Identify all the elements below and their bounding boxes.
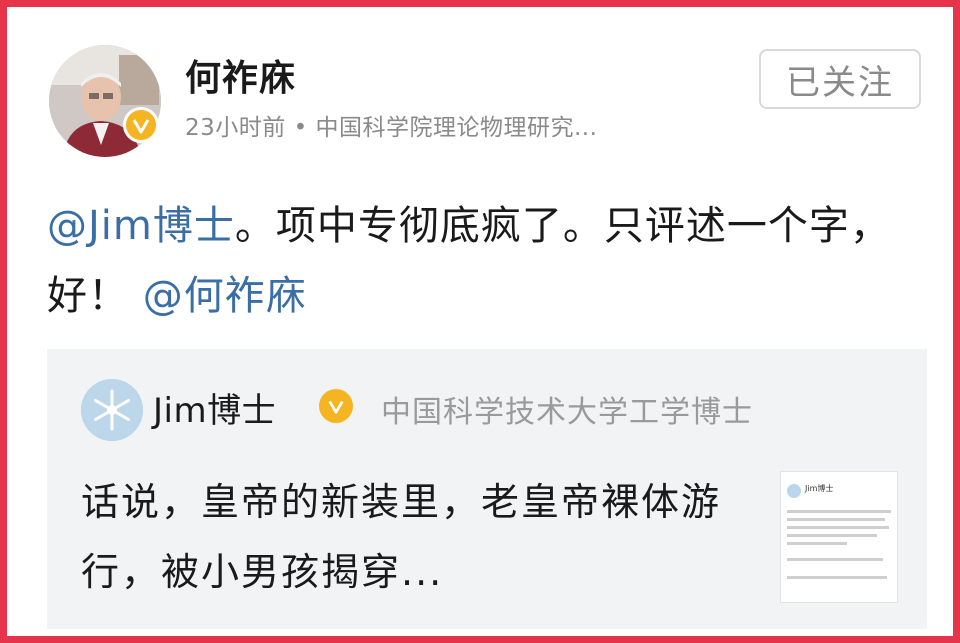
quote-author-name[interactable]: Jim博士 <box>153 383 276 432</box>
quote-author-description: 中国科学技术大学工学博士 <box>381 395 753 430</box>
mention-link[interactable]: @Jim博士 <box>47 203 235 249</box>
thumbnail-text-line <box>787 534 877 537</box>
thumbnail-name: Jim博士 <box>805 484 834 493</box>
thumbnail-text-line <box>787 518 885 521</box>
follow-button[interactable]: 已关注 <box>759 49 921 109</box>
thumbnail-text-line <box>787 558 883 561</box>
thumbnail-text-line <box>787 576 887 579</box>
thumbnail-avatar <box>787 484 801 498</box>
thumbnail-text-line <box>787 542 847 545</box>
thumbnail-text-line <box>787 526 889 529</box>
quote-image-thumbnail[interactable]: Jim博士 <box>780 471 898 603</box>
snowflake-avatar[interactable] <box>81 379 143 441</box>
post-meta: 23小时前 • 中国科学院理论物理研究... <box>185 115 598 141</box>
thumbnail-text-line <box>787 510 891 513</box>
author-name[interactable]: 何祚庥 <box>185 49 296 101</box>
post-card: 何祚庥 23小时前 • 中国科学院理论物理研究... 已关注 @Jim博士。项中… <box>0 0 960 643</box>
mention-link[interactable]: @何祚庥 <box>143 273 307 319</box>
post-body: @Jim博士。项中专彻底疯了。只评述一个字，好！ @何祚庥 <box>47 191 927 331</box>
verified-badge-icon <box>319 389 353 423</box>
quoted-post[interactable]: Jim博士 中国科学技术大学工学博士 话说，皇帝的新装里，老皇帝裸体游行，被小男… <box>47 349 927 629</box>
verified-badge-icon <box>123 107 159 143</box>
quote-text: 话说，皇帝的新装里，老皇帝裸体游行，被小男孩揭穿... <box>81 480 722 594</box>
